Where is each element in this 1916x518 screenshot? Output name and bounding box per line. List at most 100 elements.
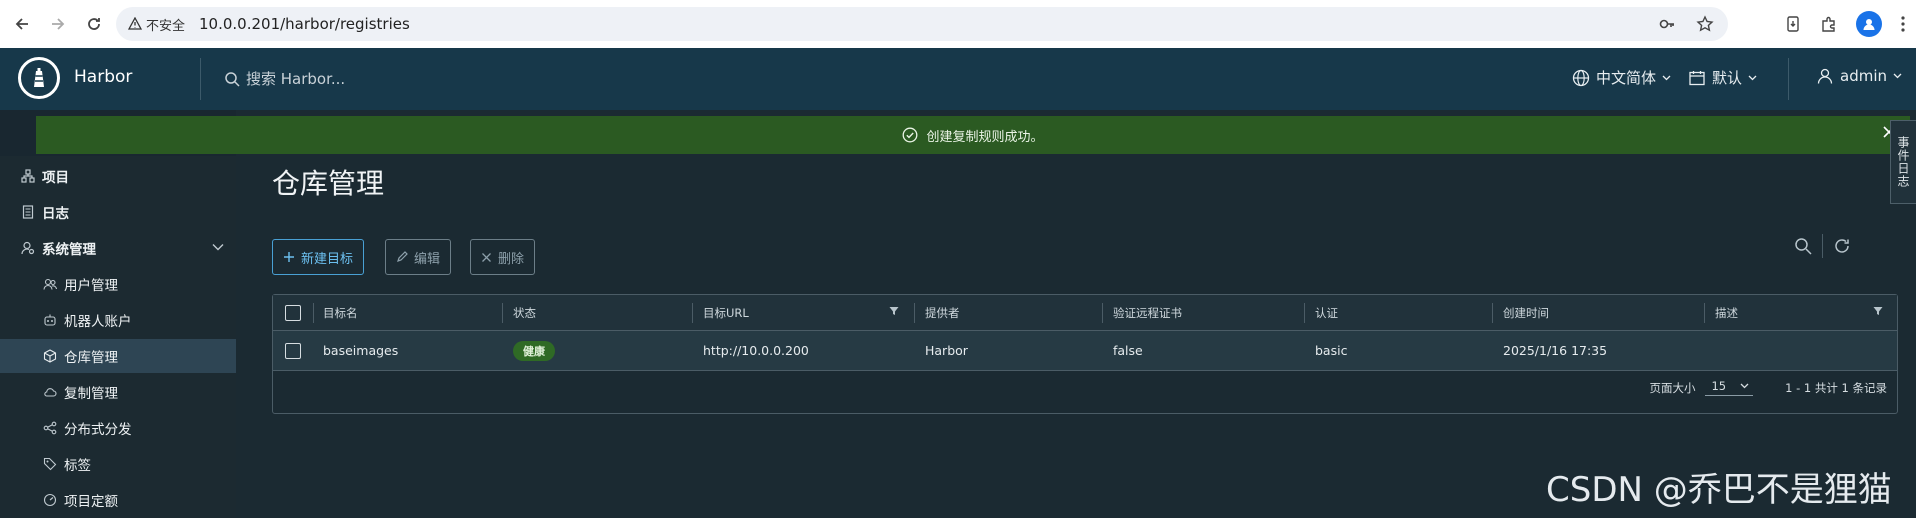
security-indicator[interactable]: 不安全	[128, 15, 185, 34]
reload-button[interactable]	[76, 6, 112, 42]
row-checkbox[interactable]	[285, 342, 301, 359]
sidebar-item-label: 分布式分发	[64, 422, 132, 438]
status-badge: 健康	[513, 340, 555, 361]
cube-icon	[42, 348, 58, 364]
cell-verify-cert: false	[1113, 343, 1143, 358]
sidebar-item-label: 机器人账户	[64, 314, 132, 330]
pencil-icon	[397, 251, 408, 262]
user-menu[interactable]: admin	[1816, 67, 1902, 85]
new-target-label: 新建目标	[301, 251, 354, 267]
lighthouse-icon	[34, 68, 44, 87]
page-size-value: 15	[1711, 379, 1727, 393]
column-header-url[interactable]: 目标URL	[693, 295, 915, 330]
log-icon	[20, 204, 36, 220]
chevron-down-icon	[1662, 75, 1671, 80]
sidebar-item-system-admin[interactable]: 系统管理	[0, 231, 236, 265]
header-divider	[200, 58, 201, 100]
column-header-created[interactable]: 创建时间	[1493, 295, 1705, 330]
sidebar-item-replications[interactable]: 复制管理	[0, 375, 236, 409]
arrow-right-icon	[52, 18, 65, 30]
search-placeholder: 搜索 Harbor...	[246, 70, 346, 88]
filter-icon[interactable]	[1873, 306, 1883, 319]
event-log-tab[interactable]: 事件日志	[1890, 120, 1916, 204]
sidebar-item-label: 项目	[42, 170, 69, 186]
language-label: 中文简体	[1596, 69, 1657, 87]
page-size-label: 页面大小	[1649, 380, 1696, 395]
sidebar-item-logs[interactable]: 日志	[0, 195, 236, 229]
username: admin	[1840, 67, 1887, 85]
address-bar[interactable]: 不安全 10.0.0.201/harbor/registries	[116, 7, 1728, 41]
globe-icon	[1572, 69, 1590, 86]
search-icon	[225, 71, 240, 87]
sidebar-item-quotas[interactable]: 项目定额	[0, 483, 236, 517]
harbor-logo-icon[interactable]	[18, 57, 60, 99]
chevron-down-icon	[1748, 75, 1757, 80]
warning-icon	[128, 17, 142, 30]
forward-button[interactable]	[40, 6, 76, 42]
download-icon[interactable]	[1784, 15, 1802, 33]
users-icon	[42, 276, 58, 292]
cell-provider: Harbor	[925, 343, 968, 358]
delete-button[interactable]: 删除	[470, 239, 536, 275]
sidebar-item-projects[interactable]: 项目	[0, 159, 236, 193]
language-menu[interactable]: 中文简体	[1572, 67, 1671, 88]
profile-avatar[interactable]	[1856, 11, 1882, 37]
column-header-status[interactable]: 状态	[503, 295, 693, 330]
brand-name[interactable]: Harbor	[74, 67, 132, 87]
key-icon[interactable]	[1658, 15, 1676, 33]
registries-table: 目标名 状态 目标URL 提供者 验证远程证书 认证 创建时间 描述 basei…	[272, 294, 1898, 414]
sidebar-item-registries[interactable]: 仓库管理	[0, 339, 236, 373]
select-all-cell	[273, 295, 313, 330]
user-icon	[1863, 19, 1875, 30]
cell-auth: basic	[1315, 343, 1348, 358]
search-icon[interactable]	[1794, 237, 1812, 255]
column-header-name[interactable]: 目标名	[313, 295, 503, 330]
chevron-down-icon[interactable]	[212, 239, 224, 255]
table-row[interactable]: baseimages 健康 http://10.0.0.200 Harbor f…	[273, 331, 1897, 371]
arrow-left-icon	[15, 18, 28, 30]
gauge-icon	[42, 492, 58, 508]
sidebar-item-distribution[interactable]: 分布式分发	[0, 411, 236, 445]
star-icon[interactable]	[1696, 15, 1714, 33]
sidebar-item-label: 项目定额	[64, 494, 118, 510]
watermark: CSDN @乔巴不是狸猫	[1546, 470, 1892, 510]
select-all-checkbox[interactable]	[285, 304, 301, 321]
header-divider	[1788, 58, 1789, 100]
browser-toolbar: 不安全 10.0.0.201/harbor/registries	[0, 0, 1916, 48]
new-target-button[interactable]: 新建目标	[272, 239, 365, 275]
global-search[interactable]: 搜索 Harbor...	[224, 68, 345, 89]
edit-button[interactable]: 编辑	[385, 239, 452, 275]
url-text: 10.0.0.201/harbor/registries	[199, 15, 410, 33]
toolbar-divider	[1822, 234, 1823, 258]
sidebar-item-labels[interactable]: 标签	[0, 447, 236, 481]
edit-label: 编辑	[414, 251, 441, 267]
back-button[interactable]	[4, 6, 40, 42]
close-icon	[482, 252, 491, 262]
sidebar-item-users[interactable]: 用户管理	[0, 267, 236, 301]
cell-url: http://10.0.0.200	[703, 343, 809, 358]
filter-icon[interactable]	[889, 306, 899, 319]
refresh-icon[interactable]	[1833, 237, 1851, 255]
cell-status: 健康	[503, 331, 693, 370]
cell-created: 2025/1/16 17:35	[1503, 343, 1608, 358]
robot-icon	[42, 312, 58, 328]
date-format-menu[interactable]: 默认	[1688, 67, 1757, 88]
column-header-verify-cert[interactable]: 验证远程证书	[1103, 295, 1305, 330]
column-header-description[interactable]: 描述	[1705, 295, 1897, 330]
column-header-provider[interactable]: 提供者	[915, 295, 1103, 330]
row-select-cell	[273, 331, 313, 370]
chevron-down-icon	[1740, 383, 1749, 389]
alert-message: 创建复制规则成功。	[926, 129, 1044, 145]
sidebar-item-robot-accounts[interactable]: 机器人账户	[0, 303, 236, 337]
reload-icon	[88, 18, 100, 30]
extensions-icon[interactable]	[1820, 15, 1838, 33]
grid-toolbar	[1794, 234, 1851, 258]
sidebar-item-label: 用户管理	[64, 278, 118, 294]
column-header-auth[interactable]: 认证	[1305, 295, 1493, 330]
more-vertical-icon[interactable]	[1900, 15, 1906, 33]
sidebar-item-label: 日志	[42, 206, 69, 222]
page-title: 仓库管理	[272, 167, 385, 200]
page-size-select[interactable]: 15	[1705, 379, 1754, 396]
user-icon	[1817, 68, 1833, 84]
cloud-icon	[42, 384, 58, 400]
